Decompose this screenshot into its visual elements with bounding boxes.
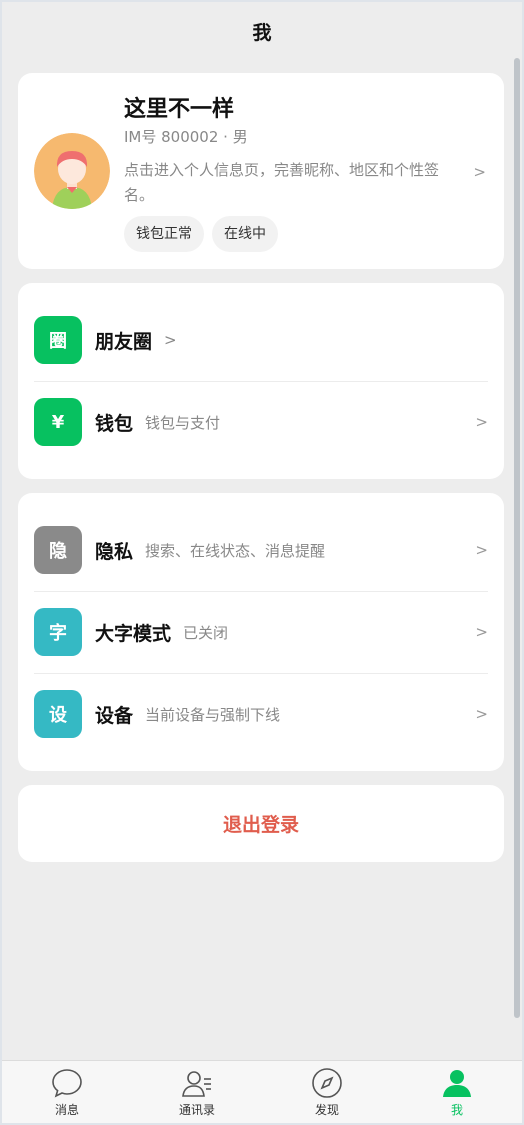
privacy-sub: 搜索、在线状态、消息提醒 — [145, 541, 326, 560]
profile-meta: IM号 800002 · 男 — [124, 128, 248, 146]
tab-discover[interactable]: 发现 — [262, 1061, 392, 1123]
header: 我 — [2, 2, 522, 60]
compass-icon — [312, 1068, 342, 1098]
devices-label: 设备 — [95, 704, 134, 727]
tab-me[interactable]: 我 — [392, 1061, 522, 1123]
devices-sub: 当前设备与强制下线 — [145, 705, 281, 724]
chevron-right-icon: > — [475, 623, 488, 641]
app: 我 这里不一样 IM号 800002 · 男 点击进入个人信息页，完善昵称、地区… — [2, 2, 522, 1123]
tab-contacts[interactable]: 通讯录 — [132, 1061, 262, 1123]
wallet-row[interactable]: ¥ 钱包 钱包与支付 > — [34, 381, 488, 463]
person-icon — [443, 1070, 471, 1097]
moments-icon: 圈 — [34, 316, 82, 364]
moments-row[interactable]: 圈 朋友圈 > — [34, 299, 488, 381]
chevron-right-icon: > — [473, 163, 486, 181]
profile-name: 这里不一样 — [124, 97, 235, 122]
yen-icon: ¥ — [34, 398, 82, 446]
device-icon: 设 — [34, 690, 82, 738]
logout-button[interactable]: 退出登录 — [18, 785, 504, 862]
chevron-right-icon: > — [164, 331, 177, 349]
privacy-label: 隐私 — [95, 540, 134, 563]
chevron-right-icon: > — [475, 705, 488, 723]
chevron-right-icon: > — [475, 413, 488, 431]
large-font-label: 大字模式 — [95, 622, 172, 645]
profile-card[interactable]: 这里不一样 IM号 800002 · 男 点击进入个人信息页，完善昵称、地区和个… — [18, 73, 504, 269]
tab-bar: 消息 通讯录 发现 我 — [2, 1060, 522, 1123]
tab-label: 我 — [450, 1103, 463, 1117]
status-badge-online: 在线中 — [212, 216, 278, 252]
moments-label: 朋友圈 — [95, 330, 153, 353]
tab-label: 发现 — [314, 1103, 339, 1117]
tab-messages[interactable]: 消息 — [2, 1061, 132, 1123]
profile-description: 点击进入个人信息页，完善昵称、地区和个性签名。 — [124, 161, 440, 204]
devices-row[interactable]: 设 设备 当前设备与强制下线 > — [34, 673, 488, 755]
tab-label: 消息 — [54, 1103, 79, 1117]
wallet-label: 钱包 — [95, 412, 134, 435]
menu-group-social: 圈 朋友圈 > ¥ 钱包 钱包与支付 > — [18, 283, 504, 479]
avatar[interactable] — [34, 133, 110, 209]
font-size-icon: 字 — [34, 608, 82, 656]
wallet-sub: 钱包与支付 — [145, 413, 221, 432]
tab-label: 通讯录 — [178, 1103, 215, 1117]
contacts-icon — [182, 1071, 211, 1097]
large-font-row[interactable]: 字 大字模式 已关闭 > — [34, 591, 488, 673]
scrollbar[interactable] — [514, 58, 520, 1018]
privacy-icon: 隐 — [34, 526, 82, 574]
profile-tags: 钱包正常 在线中 — [124, 216, 278, 252]
privacy-row[interactable]: 隐 隐私 搜索、在线状态、消息提醒 > — [34, 509, 488, 591]
chat-bubble-icon — [52, 1069, 82, 1098]
large-font-sub: 已关闭 — [183, 623, 229, 642]
chevron-right-icon: > — [475, 541, 488, 559]
page-title: 我 — [252, 21, 272, 44]
menu-group-settings: 隐 隐私 搜索、在线状态、消息提醒 > 字 大字模式 已关闭 > 设 设备 当前… — [18, 493, 504, 771]
logout-label: 退出登录 — [222, 814, 299, 836]
status-badge-wallet: 钱包正常 — [124, 216, 204, 252]
